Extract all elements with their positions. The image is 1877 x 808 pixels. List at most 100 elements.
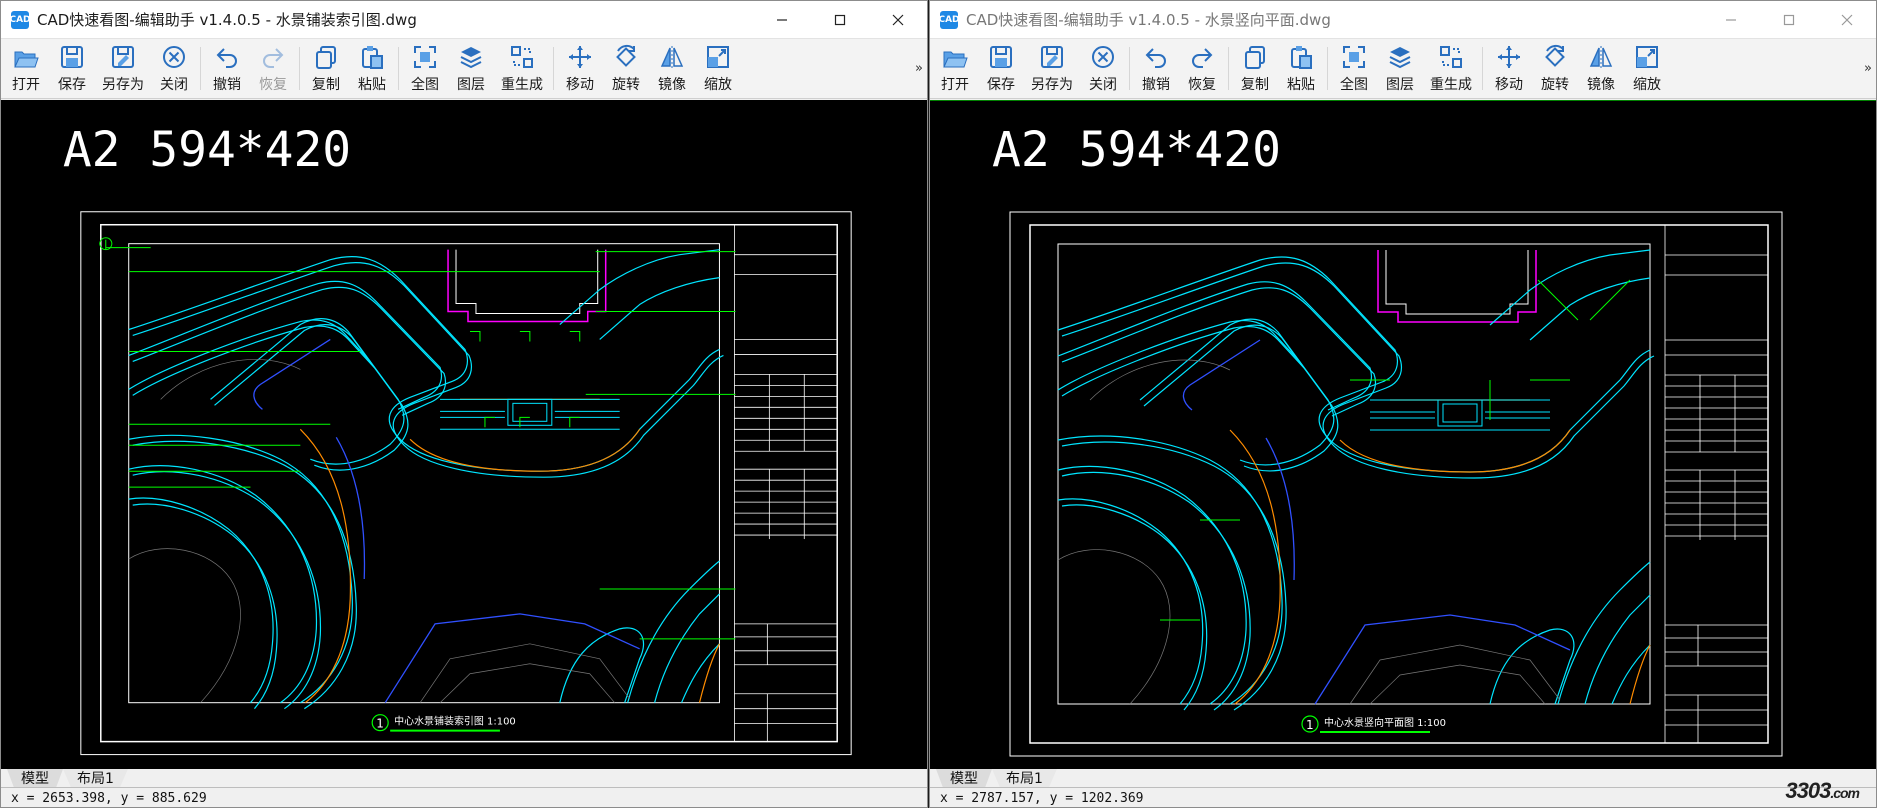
sheet-inner-border <box>1029 224 1769 744</box>
building-outline <box>447 249 607 323</box>
toolbar-separator <box>1327 47 1328 90</box>
coordinate-status: x = 2787.157, y = 1202.369 <box>930 787 1876 807</box>
toolbar-label: 恢复 <box>1188 77 1216 93</box>
toolbar-label: 粘贴 <box>1287 77 1315 93</box>
scale-icon <box>1636 46 1658 68</box>
minimize-icon <box>777 18 787 21</box>
save-icon <box>990 46 1012 68</box>
copy-button[interactable]: 复制 <box>303 39 349 98</box>
regen-icon <box>511 46 533 68</box>
close-window-button[interactable] <box>1818 1 1876 39</box>
close-window-button[interactable] <box>869 1 927 39</box>
toolbar-label: 复制 <box>1241 77 1269 93</box>
open-icon <box>14 51 39 68</box>
minimize-button[interactable] <box>753 1 811 39</box>
save-button[interactable]: 保存 <box>978 39 1024 98</box>
sheet-outer-border <box>1009 211 1783 757</box>
toolbar-label: 旋转 <box>1541 77 1569 93</box>
undo-button[interactable]: 撤销 <box>1133 39 1179 98</box>
tab-model[interactable]: 模型 <box>7 769 63 787</box>
save-as-button[interactable]: 另存为 <box>95 39 151 98</box>
maximize-button[interactable] <box>811 1 869 39</box>
fit-all-button[interactable]: 全图 <box>402 39 448 98</box>
toolbar-label: 重生成 <box>501 77 543 93</box>
redo-button[interactable]: 恢复 <box>1179 39 1225 98</box>
mirror-button[interactable]: 镜像 <box>1578 39 1624 98</box>
scale-button[interactable]: 缩放 <box>1624 39 1670 98</box>
building-inner <box>1385 250 1529 315</box>
central-plaza <box>1370 399 1550 431</box>
rotate-icon <box>616 44 636 67</box>
rotate-button[interactable]: 旋转 <box>1532 39 1578 98</box>
copy-icon <box>1245 46 1265 69</box>
cad-drawing: A2 594*420 1 中心水景铺装索引图 1:100 <box>63 123 852 756</box>
toolbar-separator <box>299 47 300 90</box>
toolbar-label: 全图 <box>1340 77 1368 93</box>
app-logo-icon: CAD <box>938 10 960 29</box>
drawing-canvas[interactable]: A2 594*420 1 中心水景铺装索引图 1:100 <box>1 100 927 769</box>
title-bar: CAD CAD快速看图-编辑助手 v1.4.0.5 - 水景铺装索引图.dwg <box>1 1 927 39</box>
tab-model[interactable]: 模型 <box>936 769 992 787</box>
copy-button[interactable]: 复制 <box>1232 39 1278 98</box>
layers-button[interactable]: 图层 <box>1377 39 1423 98</box>
regen-button[interactable]: 重生成 <box>494 39 550 98</box>
toolbar-label: 保存 <box>58 77 86 93</box>
open-icon <box>943 51 968 68</box>
save-button[interactable]: 保存 <box>49 39 95 98</box>
toolbar-label: 重生成 <box>1430 77 1472 93</box>
mirror-button[interactable]: 镜像 <box>649 39 695 98</box>
caption-number: 1 <box>1306 718 1314 732</box>
sheet-size-title: A2 594*420 <box>992 122 1281 178</box>
toolbar-label: 缩放 <box>704 77 732 93</box>
move-icon <box>569 46 591 68</box>
edge-curves-orange <box>299 398 720 704</box>
toolbar-label: 打开 <box>12 77 40 93</box>
open-button[interactable]: 打开 <box>932 39 978 98</box>
toolbar-label: 移动 <box>1495 77 1523 93</box>
maximize-button[interactable] <box>1760 1 1818 39</box>
move-button[interactable]: 移动 <box>557 39 603 98</box>
layers-icon <box>1389 47 1411 69</box>
building-inner <box>455 249 599 315</box>
rotate-icon <box>1545 44 1565 67</box>
paste-button[interactable]: 粘贴 <box>349 39 395 98</box>
toolbar-separator <box>553 47 554 90</box>
move-button[interactable]: 移动 <box>1486 39 1532 98</box>
path-edges-cyan <box>128 249 724 710</box>
regen-button[interactable]: 重生成 <box>1423 39 1479 98</box>
window-title: CAD快速看图-编辑助手 v1.4.0.5 - 水景竖向平面.dwg <box>966 11 1331 29</box>
toolbar-label: 旋转 <box>612 77 640 93</box>
contour-lines <box>1057 359 1561 705</box>
fit-all-button[interactable]: 全图 <box>1331 39 1377 98</box>
close-circle-button[interactable]: 关闭 <box>151 39 197 98</box>
app-logo-icon: CAD <box>9 10 31 29</box>
site-watermark: 3303.com <box>1785 778 1860 803</box>
maximize-icon <box>1783 14 1795 25</box>
toolbar-label: 复制 <box>312 77 340 93</box>
toolbar-label: 保存 <box>987 77 1015 93</box>
window-title: CAD快速看图-编辑助手 v1.4.0.5 - 水景铺装索引图.dwg <box>37 11 417 29</box>
undo-button[interactable]: 撤销 <box>204 39 250 98</box>
minimize-button[interactable] <box>1702 1 1760 39</box>
toolbar-overflow-button[interactable]: » <box>915 61 923 76</box>
undo-icon <box>1145 48 1166 68</box>
tab-layout1[interactable]: 布局1 <box>63 769 128 787</box>
close-circle-icon <box>1092 46 1114 68</box>
drawing-caption: 中心水景铺装索引图 1:100 <box>394 715 516 728</box>
toolbar: 打开 保存 另存为 关闭 撤销 恢复 复制 粘贴 全图 图层 重生成 移动 旋转… <box>930 39 1876 99</box>
redo-button[interactable]: 恢复 <box>250 39 296 98</box>
tab-layout1[interactable]: 布局1 <box>992 769 1057 787</box>
paste-button[interactable]: 粘贴 <box>1278 39 1324 98</box>
drawing-canvas[interactable]: A2 594*420 1 中心水景竖向平面图 1:100 <box>930 100 1876 769</box>
path-edges-cyan <box>1057 249 1655 711</box>
sheet-inner-border <box>100 223 838 743</box>
toolbar-label: 镜像 <box>658 77 686 93</box>
close-circle-button[interactable]: 关闭 <box>1080 39 1126 98</box>
open-button[interactable]: 打开 <box>3 39 49 98</box>
save-as-button[interactable]: 另存为 <box>1024 39 1080 98</box>
scale-button[interactable]: 缩放 <box>695 39 741 98</box>
rotate-button[interactable]: 旋转 <box>603 39 649 98</box>
toolbar-label: 缩放 <box>1633 77 1661 93</box>
layers-button[interactable]: 图层 <box>448 39 494 98</box>
toolbar-overflow-button[interactable]: » <box>1864 61 1872 76</box>
